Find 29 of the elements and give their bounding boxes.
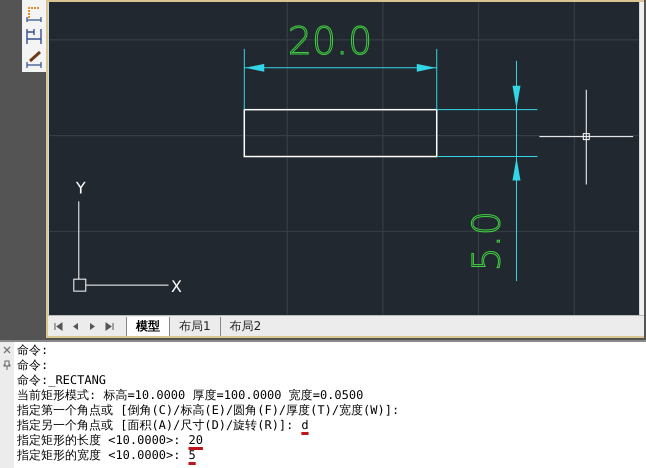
command-line: 指定另一个角点或 [面积(A)/尺寸(D)/旋转(R)]: xyxy=(17,418,294,433)
dimension-text: 20.0 xyxy=(288,18,372,63)
dimension-text: 5.0 xyxy=(464,211,509,272)
close-icon[interactable] xyxy=(3,346,11,354)
typed-value-text: 5 xyxy=(187,448,197,463)
next-page-icon[interactable] xyxy=(88,322,97,331)
ucs-axis-icon xyxy=(73,200,170,292)
drawing-canvas[interactable]: 20.0 5.0 Y X xyxy=(48,2,640,316)
previous-page-icon[interactable] xyxy=(71,322,80,331)
first-page-icon[interactable] xyxy=(54,322,63,331)
layout-tab[interactable]: 布局2 xyxy=(220,316,270,336)
baseline-dimension-icon[interactable] xyxy=(25,27,43,45)
pin-icon[interactable] xyxy=(3,360,11,370)
command-line: 命令:_RECTANG xyxy=(17,373,106,388)
brush-dimension-icon[interactable] xyxy=(25,50,43,68)
layout-tab[interactable]: 模型 xyxy=(126,316,169,336)
x-axis-label: X xyxy=(171,277,182,296)
typed-value-text: d xyxy=(300,418,310,433)
command-line: 命令: xyxy=(17,358,48,373)
command-line: 指定矩形的长度 <10.0000>: xyxy=(17,433,180,448)
layout-tab[interactable]: 布局1 xyxy=(169,316,220,336)
angular-dimension-icon[interactable] xyxy=(25,4,43,22)
command-line: 指定第一个角点或 [倒角(C)/标高(E)/圆角(F)/厚度(T)/宽度(W)]: xyxy=(17,403,400,418)
y-axis-label: Y xyxy=(76,178,86,198)
typed-value-text: 20 xyxy=(187,433,204,448)
command-line: 当前矩形模式: 标高=10.0000 厚度=100.0000 宽度=0.0500 xyxy=(17,388,364,403)
command-line: 指定矩形的宽度 <10.0000>: xyxy=(17,448,180,463)
command-line: 命令: xyxy=(17,343,48,358)
last-page-icon[interactable] xyxy=(105,322,114,331)
